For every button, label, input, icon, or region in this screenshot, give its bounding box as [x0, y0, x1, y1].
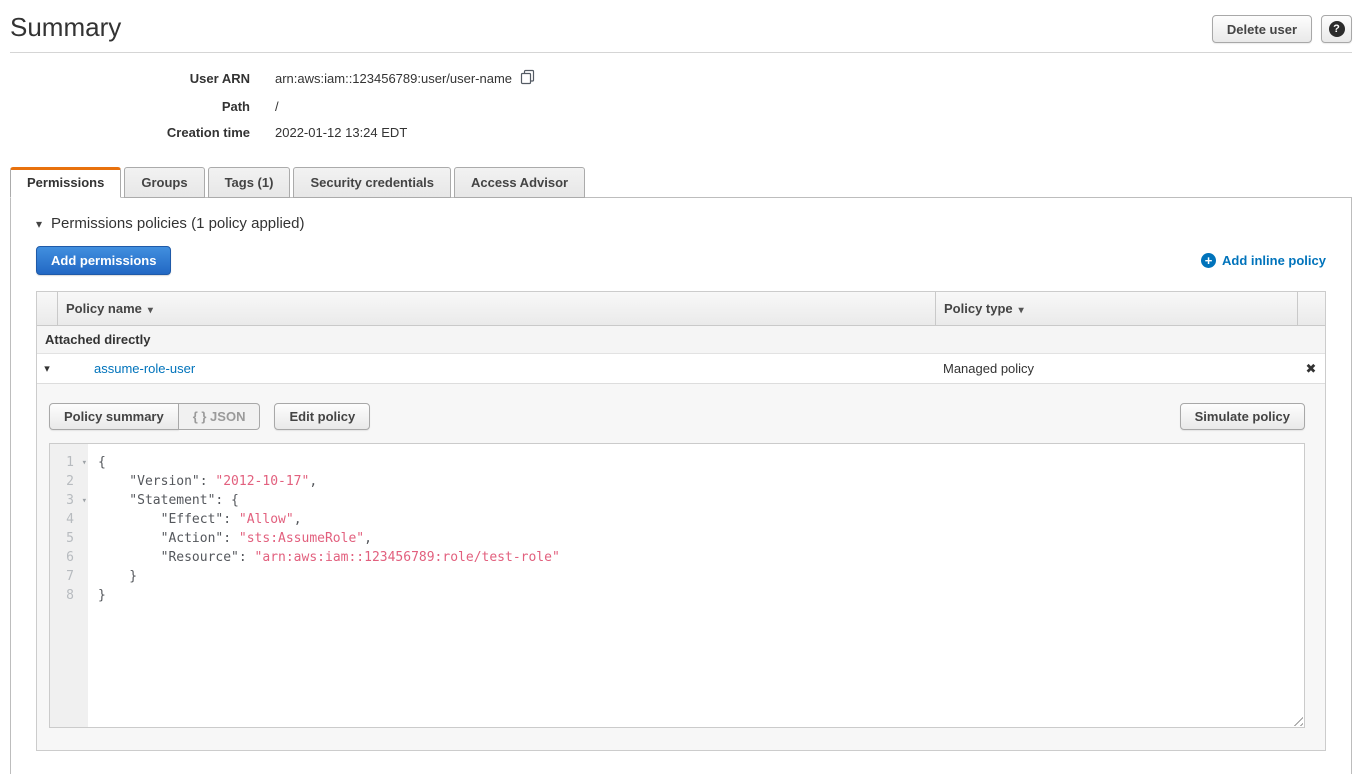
plus-icon: +	[1201, 253, 1216, 268]
creation-time-value: 2022-01-12 13:24 EDT	[275, 125, 407, 140]
attached-directly-group-row: Attached directly	[37, 326, 1325, 354]
path-row: Path /	[10, 99, 1352, 114]
code-fold-icon[interactable]: ▾	[82, 454, 87, 473]
code-line: "Resource": "arn:aws:iam::123456789:role…	[98, 548, 1304, 567]
permissions-policies-title: Permissions policies (1 policy applied)	[51, 215, 304, 232]
header-divider	[10, 52, 1352, 53]
user-arn-row: User ARN arn:aws:iam::123456789:user/use…	[10, 69, 1352, 88]
tab-permissions[interactable]: Permissions	[10, 167, 121, 198]
policy-view-toggle-group: Policy summary { } JSON	[49, 403, 260, 430]
tab-security-credentials[interactable]: Security credentials	[293, 167, 451, 198]
policy-type-column-header[interactable]: Policy type▾	[935, 292, 1297, 325]
policy-summary-button[interactable]: Policy summary	[49, 403, 179, 430]
row-expand-toggle[interactable]: ▾	[37, 362, 57, 375]
policy-name-column-header[interactable]: Policy name▾	[57, 292, 935, 325]
code-line: "Action": "sts:AssumeRole",	[98, 529, 1304, 548]
policy-name-link[interactable]: assume-role-user	[94, 361, 195, 376]
tab-bar: Permissions Groups Tags (1) Security cre…	[10, 167, 1352, 198]
user-arn-label: User ARN	[10, 71, 250, 86]
policy-name-cell: assume-role-user	[57, 361, 935, 376]
action-column-header	[1297, 292, 1325, 325]
line-number: 7	[50, 567, 88, 586]
policy-table-row: ▾ assume-role-user Managed policy ✖	[37, 354, 1325, 383]
add-permissions-button[interactable]: Add permissions	[36, 246, 171, 275]
user-details: User ARN arn:aws:iam::123456789:user/use…	[10, 69, 1352, 140]
user-arn-value: arn:aws:iam::123456789:user/user-name	[275, 71, 512, 86]
row-expand-triangle-icon: ▾	[44, 363, 50, 375]
attached-policies-table: Policy name▾ Policy type▾ Attached direc…	[36, 291, 1326, 751]
simulate-policy-button[interactable]: Simulate policy	[1180, 403, 1305, 430]
code-line: "Effect": "Allow",	[98, 510, 1304, 529]
help-icon: ?	[1329, 21, 1345, 37]
expand-column-header	[37, 292, 57, 325]
policy-type-cell: Managed policy	[935, 361, 1297, 376]
json-view-button[interactable]: { } JSON	[179, 403, 261, 430]
path-value: /	[275, 99, 279, 114]
code-line: }	[98, 586, 1304, 605]
collapse-triangle-icon: ▾	[36, 218, 42, 230]
copy-icon	[520, 69, 536, 88]
code-line: "Version": "2012-10-17",	[98, 472, 1304, 491]
iam-user-summary-page: Summary Delete user ? User ARN arn:aws:i…	[0, 0, 1362, 774]
remove-policy-x-icon[interactable]: ✖	[1306, 361, 1317, 376]
policy-json-editor[interactable]: 1▾ 2 3▾ 4 5 6 7 8 { "Version": "2012-10-…	[49, 443, 1305, 728]
line-number: 6	[50, 548, 88, 567]
line-number: 2	[50, 472, 88, 491]
sort-arrow-icon: ▾	[1019, 305, 1024, 316]
line-number: 5	[50, 529, 88, 548]
policy-detail-panel: Policy summary { } JSON Edit policy Simu…	[37, 383, 1325, 750]
table-header-row: Policy name▾ Policy type▾	[37, 292, 1325, 326]
editor-line-number-gutter: 1▾ 2 3▾ 4 5 6 7 8	[50, 444, 88, 727]
editor-code-area: { "Version": "2012-10-17", "Statement": …	[88, 444, 1304, 727]
policy-detail-toolbar: Policy summary { } JSON Edit policy Simu…	[49, 403, 1305, 430]
permissions-tab-content: ▾ Permissions policies (1 policy applied…	[10, 197, 1352, 774]
path-label: Path	[10, 99, 250, 114]
code-line: }	[98, 567, 1304, 586]
line-number: 1▾	[50, 453, 88, 472]
code-fold-icon[interactable]: ▾	[82, 492, 87, 511]
header-actions: Delete user ?	[1212, 12, 1352, 43]
tab-tags[interactable]: Tags (1)	[208, 167, 291, 198]
line-number: 3▾	[50, 491, 88, 510]
tab-access-advisor[interactable]: Access Advisor	[454, 167, 585, 198]
creation-time-row: Creation time 2022-01-12 13:24 EDT	[10, 125, 1352, 140]
permissions-policies-section-toggle[interactable]: ▾ Permissions policies (1 policy applied…	[36, 215, 1326, 232]
add-inline-policy-link[interactable]: + Add inline policy	[1201, 253, 1326, 268]
page-header: Summary Delete user ?	[10, 0, 1352, 43]
delete-user-button[interactable]: Delete user	[1212, 15, 1312, 43]
copy-arn-button[interactable]	[520, 69, 536, 88]
page-title: Summary	[10, 12, 121, 43]
edit-policy-button[interactable]: Edit policy	[274, 403, 370, 430]
policy-actions-row: Add permissions + Add inline policy	[36, 246, 1326, 275]
policy-action-cell: ✖	[1297, 361, 1325, 376]
line-number: 4	[50, 510, 88, 529]
line-number: 8	[50, 586, 88, 605]
code-line: "Statement": {	[98, 491, 1304, 510]
add-inline-policy-label: Add inline policy	[1222, 253, 1326, 268]
sort-arrow-icon: ▾	[148, 305, 153, 316]
help-button[interactable]: ?	[1321, 15, 1352, 43]
tab-groups[interactable]: Groups	[124, 167, 204, 198]
code-line: {	[98, 453, 1304, 472]
creation-time-label: Creation time	[10, 125, 250, 140]
